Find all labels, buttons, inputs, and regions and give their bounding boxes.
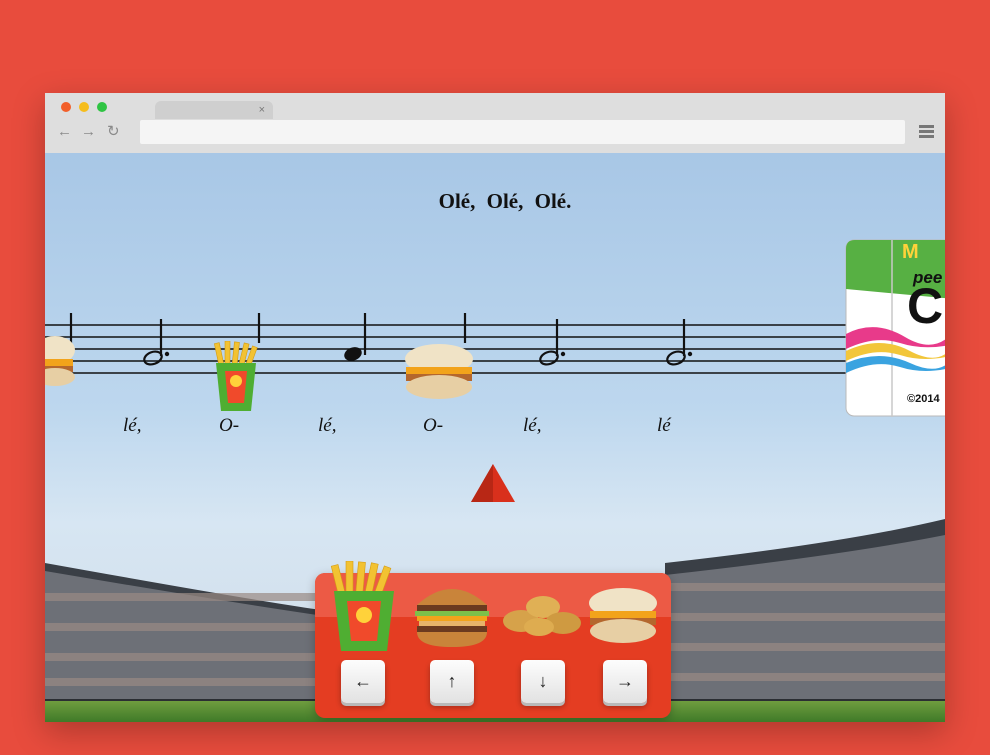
lyric-syllable: O- <box>423 415 444 436</box>
browser-chrome: × ← → ↻ <box>45 93 945 153</box>
lyric-syllable: lé <box>657 415 671 436</box>
song-title: Olé, Olé, Olé. <box>438 189 572 213</box>
play-position-marker <box>471 464 515 502</box>
close-window-button[interactable] <box>61 102 71 112</box>
browser-window: × ← → ↻ Olé, Olé, Olé. lé, O- lé, O- lé,… <box>45 93 945 722</box>
back-icon[interactable]: ← <box>57 123 72 141</box>
down-arrow-key[interactable]: ↓ <box>521 660 565 703</box>
lyric-syllable: lé, <box>318 415 337 436</box>
fries-icon <box>213 341 258 411</box>
muffin-sandwich-icon <box>45 336 75 386</box>
lyric-syllable: lé, <box>123 415 142 436</box>
nuggets-icon <box>503 596 581 636</box>
card-copyright: ©2014 <box>907 393 940 405</box>
card-brand-logo: M <box>902 241 919 263</box>
card-letter: C <box>907 278 944 334</box>
game-viewport: Olé, Olé, Olé. lé, O- lé, O- lé, lé M pe… <box>45 153 945 722</box>
fries-icon <box>330 561 394 651</box>
reload-icon[interactable]: ↻ <box>107 123 120 141</box>
lyric-syllable: lé, <box>523 415 542 436</box>
right-arrow-key[interactable]: → <box>603 660 647 703</box>
up-arrow-key[interactable]: ↑ <box>430 660 474 703</box>
maximize-window-button[interactable] <box>97 102 107 112</box>
big-mac-icon <box>415 589 489 647</box>
muffin-sandwich-icon <box>589 588 657 643</box>
left-arrow-key[interactable]: ← <box>341 660 385 703</box>
tab-close-icon[interactable]: × <box>259 103 265 117</box>
minimize-window-button[interactable] <box>79 102 89 112</box>
hamburger-menu-icon[interactable] <box>919 125 934 140</box>
muffin-sandwich-icon <box>405 344 473 399</box>
music-staff <box>45 313 945 374</box>
browser-tab[interactable]: × <box>155 101 273 119</box>
address-bar[interactable] <box>140 120 905 144</box>
forward-icon[interactable]: → <box>81 123 96 141</box>
lyric-syllable: O- <box>219 415 240 436</box>
control-keypad: ← ↑ ↓ → <box>315 561 671 718</box>
